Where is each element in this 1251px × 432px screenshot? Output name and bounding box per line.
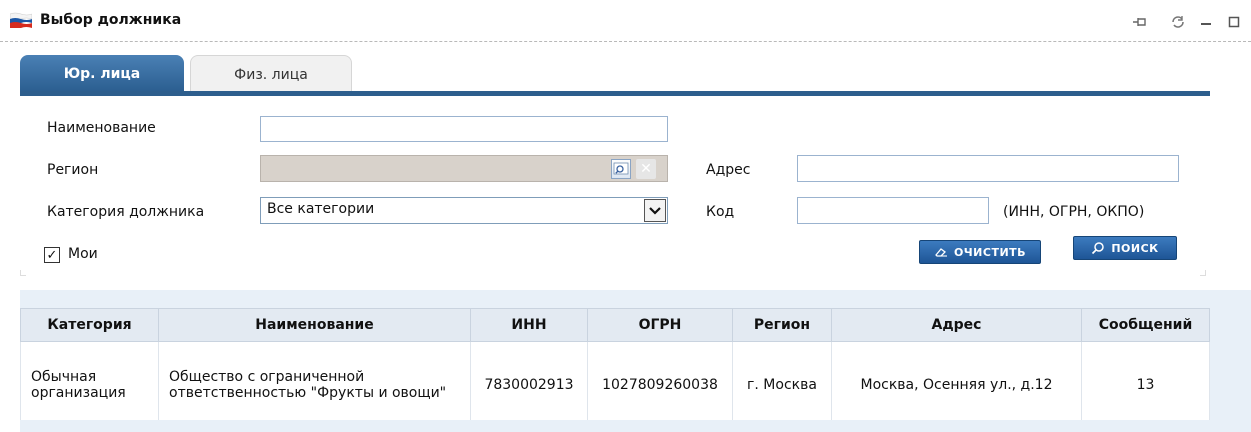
search-form: Наименование Регион ✕ Адрес Категория до… [20, 96, 1210, 282]
results-table: Категория Наименование ИНН ОГРН Регион А… [20, 308, 1210, 428]
category-label: Категория должника [47, 204, 205, 220]
code-hint: (ИНН, ОГРН, ОКПО) [1003, 204, 1145, 220]
name-input[interactable] [260, 116, 668, 142]
search-button[interactable]: поиск [1073, 236, 1177, 260]
cell-category: Обычная организация [20, 341, 159, 428]
maximize-icon[interactable] [1224, 12, 1244, 32]
eraser-icon [935, 248, 947, 257]
pin-icon[interactable] [1130, 12, 1150, 32]
header-inn[interactable]: ИНН [470, 308, 588, 342]
header-messages[interactable]: Сообщений [1081, 308, 1210, 342]
header-region[interactable]: Регион [732, 308, 832, 342]
category-selected-value: Все категории [267, 201, 375, 217]
table-header-row: Категория Наименование ИНН ОГРН Регион А… [20, 308, 1210, 342]
cell-name: Общество с ограниченной ответственностью… [158, 341, 471, 428]
refresh-icon[interactable] [1168, 12, 1188, 32]
resize-corner-right [1200, 270, 1206, 276]
minimize-icon[interactable] [1196, 12, 1216, 32]
cell-inn: 7830002913 [470, 341, 588, 428]
tab-legal-entities[interactable]: Юр. лица [20, 55, 184, 93]
region-lookup-button[interactable] [611, 159, 631, 179]
region-input [260, 155, 668, 182]
category-select[interactable]: Все категории [260, 197, 668, 224]
resize-corner-left [20, 270, 26, 276]
horizontal-scroll-area[interactable] [20, 420, 1251, 432]
header-category[interactable]: Категория [20, 308, 159, 342]
cell-region: г. Москва [732, 341, 832, 428]
address-input[interactable] [797, 155, 1179, 182]
header-ogrn[interactable]: ОГРН [587, 308, 733, 342]
window-title: Выбор должника [40, 12, 182, 28]
header-address[interactable]: Адрес [831, 308, 1082, 342]
table-row[interactable]: Обычная организация Общество с ограничен… [20, 341, 1210, 428]
region-label: Регион [47, 162, 99, 178]
header-name[interactable]: Наименование [158, 308, 471, 342]
chevron-down-icon[interactable] [644, 199, 666, 222]
cell-ogrn: 1027809260038 [587, 341, 733, 428]
clear-button[interactable]: очистить [919, 240, 1041, 264]
mine-checkbox[interactable]: ✓ [44, 247, 60, 263]
search-icon [1092, 242, 1105, 255]
code-label: Код [706, 204, 735, 220]
name-label: Наименование [47, 120, 156, 136]
code-input[interactable] [797, 197, 989, 224]
region-clear-icon[interactable]: ✕ [636, 159, 656, 179]
cell-messages: 13 [1081, 341, 1210, 428]
mine-label: Мои [68, 246, 98, 262]
magnifier-icon [613, 162, 629, 175]
address-label: Адрес [706, 162, 751, 178]
title-bar: Выбор должника [0, 0, 1251, 42]
cell-address: Москва, Осенняя ул., д.12 [831, 341, 1082, 428]
tab-individuals[interactable]: Физ. лица [190, 55, 352, 93]
russia-flag-icon [10, 12, 32, 28]
